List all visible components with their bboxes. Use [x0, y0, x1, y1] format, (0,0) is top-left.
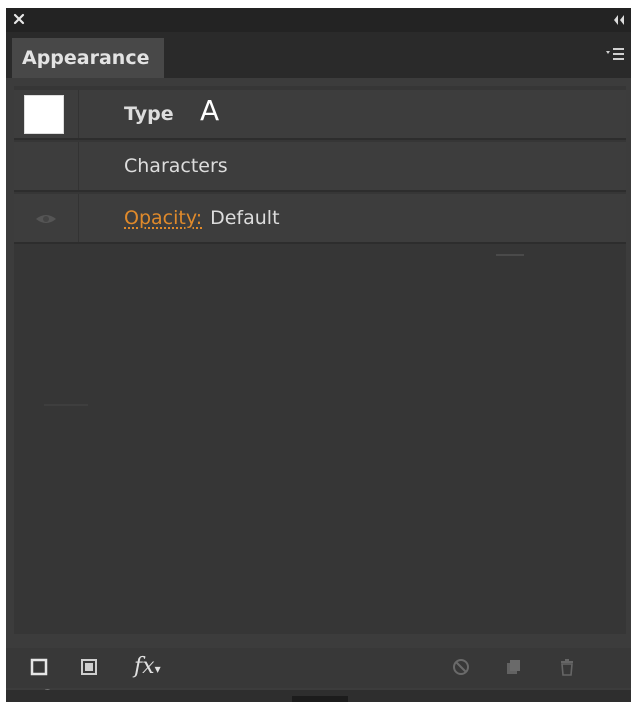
opacity-label: Opacity: Default — [124, 194, 280, 242]
duplicate-item-icon[interactable] — [504, 658, 522, 676]
delete-item-icon[interactable] — [558, 658, 576, 676]
callout-a: A — [200, 94, 220, 127]
tab-label: Appearance — [22, 47, 150, 69]
type-row[interactable]: Type A — [14, 90, 626, 140]
divider — [44, 404, 88, 406]
eye-icon[interactable] — [34, 211, 58, 227]
collapse-icon[interactable] — [611, 13, 627, 27]
tab-appearance[interactable]: Appearance — [12, 38, 164, 78]
add-new-fill-icon[interactable] — [80, 658, 98, 676]
close-icon[interactable] — [12, 12, 28, 28]
appearance-attribute-list: Type A Characters B Opacity: Default — [14, 86, 626, 702]
row-gutter — [14, 194, 79, 242]
panel-title-bar — [6, 8, 631, 32]
type-color-swatch[interactable] — [24, 95, 64, 134]
row-gutter — [14, 90, 79, 138]
characters-row[interactable]: Characters B — [14, 142, 626, 231]
panel-menu-icon[interactable] — [605, 46, 625, 62]
characters-label: Characters — [124, 155, 228, 177]
tab-bar: Appearance — [6, 32, 631, 78]
row-gutter — [14, 142, 79, 190]
appearance-panel: Appearance Type A Characters B — [6, 8, 631, 702]
opacity-value: Default — [210, 207, 280, 229]
panel-bottom-bar: fx▾ — [6, 648, 631, 688]
resize-grip[interactable] — [292, 696, 348, 702]
opacity-link[interactable]: Opacity: — [124, 207, 202, 229]
type-label: Type — [124, 103, 174, 125]
add-new-effect-icon[interactable]: fx▾ — [134, 654, 161, 679]
clear-appearance-icon[interactable] — [452, 658, 470, 676]
divider — [496, 254, 524, 256]
opacity-row[interactable]: Opacity: Default — [14, 194, 626, 244]
add-new-stroke-icon[interactable] — [30, 658, 48, 676]
